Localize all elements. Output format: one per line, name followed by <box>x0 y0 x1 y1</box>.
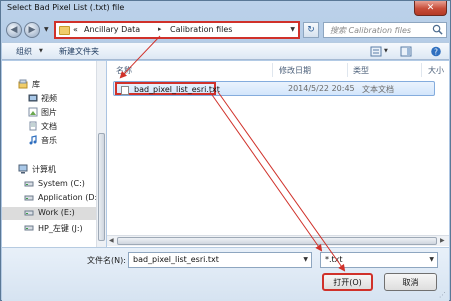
organize-button[interactable]: 组织 <box>16 46 32 57</box>
navigation-row: ◀ ▶ ▼ « Ancillary Data ▸ Calibration fil… <box>5 18 448 42</box>
sidebar-item-label: 文档 <box>41 122 57 131</box>
filename-input[interactable]: bad_pixel_list_esri.txt ▼ <box>128 252 312 268</box>
file-name-highlight: bad_pixel_list_esri.txt <box>115 82 220 95</box>
help-icon[interactable]: ? <box>430 46 442 57</box>
picture-icon <box>28 107 38 117</box>
history-dropdown-icon[interactable]: ▼ <box>44 26 49 33</box>
sidebar-item-computer[interactable]: 计算机 <box>2 163 97 176</box>
column-header-type[interactable]: 类型 <box>353 65 369 76</box>
filename-dropdown-icon[interactable]: ▼ <box>303 256 308 263</box>
sidebar-item-label: 计算机 <box>32 165 56 174</box>
column-header-date[interactable]: 修改日期 <box>279 65 311 76</box>
sidebar-item-label: System (C:) <box>38 179 85 188</box>
preview-pane-icon[interactable] <box>400 46 412 57</box>
filter-dropdown-icon[interactable]: ▼ <box>429 256 434 263</box>
column-divider[interactable] <box>347 63 348 77</box>
scroll-right-icon[interactable]: ▶ <box>440 237 445 244</box>
footer-panel: 文件名(N): bad_pixel_list_esri.txt ▼ *.txt … <box>2 247 449 301</box>
folder-icon <box>59 26 70 35</box>
sidebar-item-pictures[interactable]: 图片 <box>2 106 97 119</box>
computer-icon <box>18 164 28 174</box>
close-button[interactable]: ✕ <box>414 1 447 16</box>
sidebar-item-label: 视频 <box>41 94 57 103</box>
file-type: 文本文档 <box>362 85 394 94</box>
sidebar-scroll-thumb[interactable] <box>98 133 105 241</box>
video-icon <box>28 94 38 102</box>
scroll-left-icon[interactable]: ◀ <box>109 237 114 244</box>
document-icon <box>29 121 37 131</box>
horizontal-scroll-thumb[interactable] <box>117 237 437 245</box>
address-dropdown-icon[interactable]: ▼ <box>290 26 295 33</box>
sidebar-item-label: 库 <box>32 80 40 89</box>
column-divider[interactable] <box>421 63 422 77</box>
file-type-filter-value[interactable]: *.txt <box>325 255 343 264</box>
new-folder-button[interactable]: 新建文件夹 <box>59 46 99 57</box>
search-icon[interactable] <box>432 24 443 35</box>
sidebar-item-documents[interactable]: 文档 <box>2 120 97 133</box>
breadcrumb-separator[interactable]: ▸ <box>158 25 162 33</box>
music-icon <box>29 135 37 145</box>
sidebar-item-label: Application (D:) <box>38 193 101 202</box>
sidebar-item-hp-j[interactable]: HP_左键 (J:) <box>2 222 97 235</box>
column-divider[interactable] <box>272 63 273 77</box>
dialog-window: Select Bad Pixel List (.txt) file ✕ ◀ ▶ … <box>0 0 451 301</box>
sidebar-item-label: HP_左键 (J:) <box>38 224 83 233</box>
cancel-button[interactable]: 取消 <box>384 273 437 291</box>
search-box[interactable]: 搜索 Calibration files <box>323 22 447 38</box>
search-placeholder: 搜索 Calibration files <box>330 26 412 35</box>
back-button[interactable]: ◀ <box>6 22 22 38</box>
view-caret-icon[interactable]: ▼ <box>384 48 388 54</box>
breadcrumb-calibration-files[interactable]: Calibration files <box>170 25 232 34</box>
drive-icon <box>24 210 34 216</box>
sidebar-item-library[interactable]: 库 <box>2 78 97 91</box>
sidebar-item-label: 图片 <box>41 108 57 117</box>
filename-label: 文件名(N): <box>87 256 126 265</box>
sidebar-item-music[interactable]: 音乐 <box>2 134 97 147</box>
title-bar: Select Bad Pixel List (.txt) file ✕ <box>1 1 450 17</box>
file-list-pane: 名称 修改日期 类型 大小 bad_pixel_list_esri.txt 20… <box>107 61 449 247</box>
navigation-pane: 库 视频 图片 文档 音乐 计算机 System (C:) Applicatio… <box>2 61 106 247</box>
organize-caret-icon[interactable]: ▼ <box>39 48 43 54</box>
sidebar-item-application-d[interactable]: Application (D:) <box>2 192 101 205</box>
open-button[interactable]: 打开(O) <box>322 273 373 291</box>
sidebar-item-label: Work (E:) <box>38 208 75 217</box>
file-modified-date: 2014/5/22 20:45 <box>288 84 355 93</box>
refresh-button[interactable]: ↻ <box>303 22 319 38</box>
view-options-icon[interactable] <box>370 46 382 57</box>
forward-button[interactable]: ▶ <box>24 22 40 38</box>
address-bar[interactable]: « Ancillary Data ▸ Calibration files ▼ <box>54 21 300 39</box>
horizontal-scrollbar[interactable]: ◀ ▶ <box>107 235 449 246</box>
drive-icon <box>24 195 34 201</box>
text-file-icon <box>121 86 129 95</box>
drive-icon <box>24 181 34 187</box>
library-icon <box>18 79 28 89</box>
resize-grip-icon[interactable]: ⋰ <box>439 291 447 299</box>
drive-icon <box>24 225 34 231</box>
svg-text:?: ? <box>434 47 438 56</box>
file-row[interactable]: bad_pixel_list_esri.txt 2014/5/22 20:45 … <box>113 81 435 96</box>
window-title: Select Bad Pixel List (.txt) file <box>7 3 125 12</box>
refresh-icon: ↻ <box>307 25 315 35</box>
filename-value[interactable]: bad_pixel_list_esri.txt <box>133 255 219 264</box>
file-type-filter[interactable]: *.txt ▼ <box>320 252 438 268</box>
sidebar-item-work-e[interactable]: Work (E:) <box>2 207 97 220</box>
breadcrumb-ancillary-data[interactable]: Ancillary Data <box>84 25 140 34</box>
sidebar-item-videos[interactable]: 视频 <box>2 92 97 105</box>
column-header-name[interactable]: 名称 <box>116 65 132 76</box>
address-prefix[interactable]: « <box>73 25 78 34</box>
sidebar-item-label: 音乐 <box>41 136 57 145</box>
column-header-size[interactable]: 大小 <box>428 65 444 76</box>
sidebar-item-system-c[interactable]: System (C:) <box>2 178 97 191</box>
toolbar: 组织 ▼ 新建文件夹 ▼ ? <box>2 42 449 60</box>
sidebar-scrollbar[interactable] <box>96 61 106 247</box>
file-name[interactable]: bad_pixel_list_esri.txt <box>134 85 220 94</box>
